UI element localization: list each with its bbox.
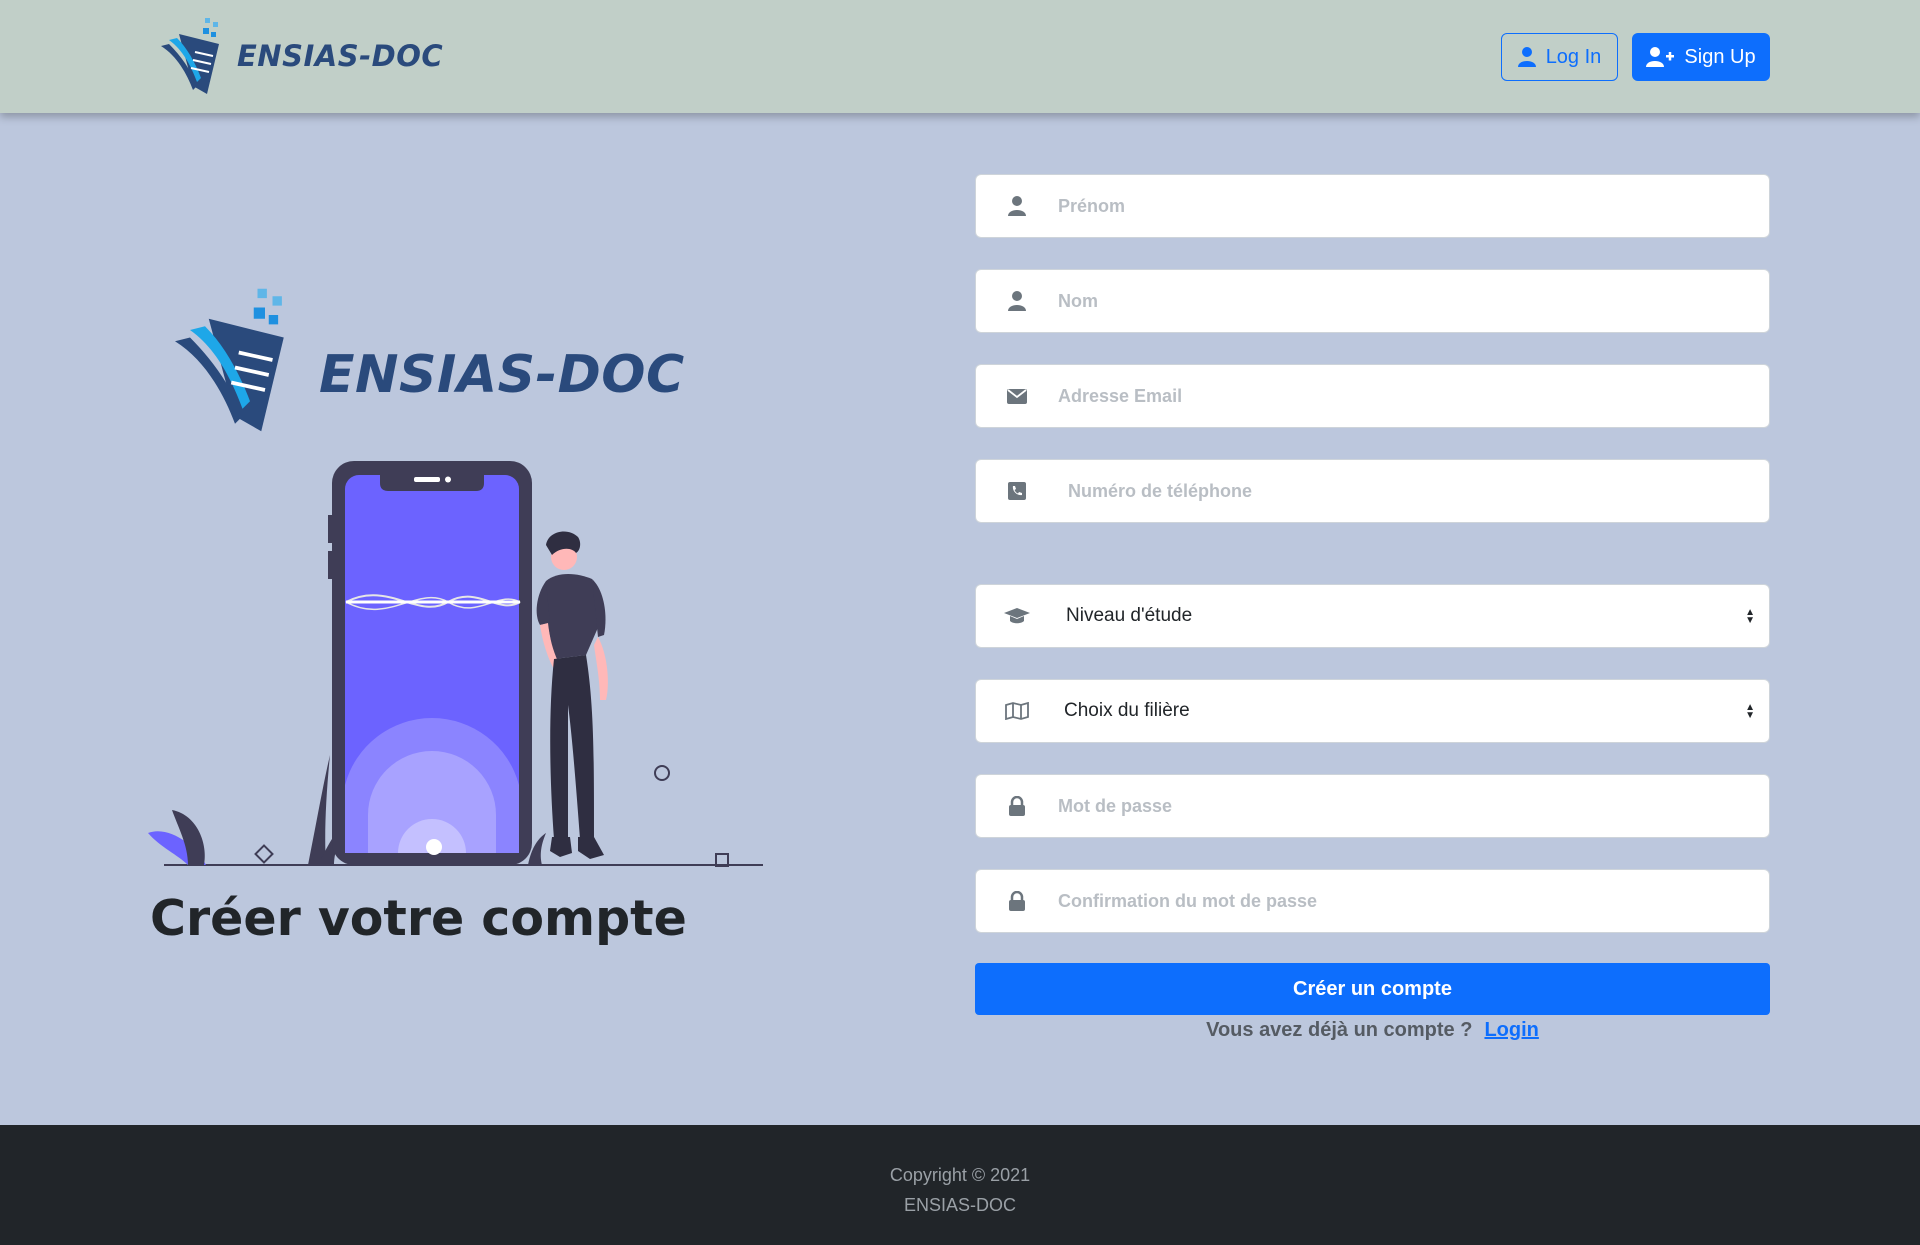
login-link[interactable]: Login <box>1484 1019 1538 1041</box>
envelope-icon <box>976 388 1058 404</box>
select-caret-icon: ▲ ▼ <box>1745 702 1755 721</box>
map-icon <box>976 702 1058 720</box>
graduation-cap-icon <box>976 607 1058 625</box>
user-icon <box>976 291 1058 311</box>
login-button[interactable]: Log In <box>1501 33 1618 81</box>
user-icon <box>976 196 1058 216</box>
logo-icon <box>161 18 219 94</box>
footer: Copyright © 2021 ENSIAS-DOC <box>0 1125 1920 1245</box>
hero-logo: ENSIAS-DOC <box>165 285 685 435</box>
niveau-selected: Niveau d'étude <box>1066 605 1193 626</box>
filiere-selected: Choix du filière <box>1064 700 1190 721</box>
phone-placeholder: Numéro de téléphone <box>1068 480 1253 501</box>
signup-button-label: Sign Up <box>1684 45 1756 68</box>
email-placeholder: Adresse Email <box>1058 385 1183 406</box>
prenom-field[interactable]: Prénom <box>975 174 1770 238</box>
password-placeholder: Mot de passe <box>1058 795 1173 816</box>
prenom-placeholder: Prénom <box>1058 195 1126 216</box>
phone-icon <box>976 482 1058 500</box>
logo-icon <box>175 288 284 432</box>
signup-button[interactable]: Sign Up <box>1632 33 1770 81</box>
lock-icon <box>976 891 1058 911</box>
select-caret-icon: ▲ ▼ <box>1745 607 1755 626</box>
navbar: ENSIAS-DOC Log In Sign Up <box>0 0 1920 113</box>
hero-brand-name: ENSIAS-DOC <box>319 345 685 405</box>
lock-icon <box>976 796 1058 816</box>
niveau-select[interactable]: Niveau d'étude ▲ ▼ <box>975 584 1770 648</box>
brand-logo[interactable]: ENSIAS-DOC <box>157 16 443 96</box>
footer-copyright: Copyright © 2021 <box>889 1165 1031 1185</box>
filiere-select[interactable]: Choix du filière ▲ ▼ <box>975 679 1770 743</box>
user-icon <box>1517 47 1536 67</box>
user-plus-icon <box>1646 47 1675 67</box>
nom-placeholder: Nom <box>1058 290 1098 311</box>
nom-field[interactable]: Nom <box>975 269 1770 333</box>
login-button-label: Log In <box>1545 45 1602 68</box>
signup-illustration <box>148 461 763 867</box>
brand-name: ENSIAS-DOC <box>237 39 444 73</box>
email-field[interactable]: Adresse Email <box>975 364 1770 428</box>
confirm-password-placeholder: Confirmation du mot de passe <box>1058 890 1318 911</box>
page-title: Créer votre compte <box>150 890 687 947</box>
confirm-password-field[interactable]: Confirmation du mot de passe <box>975 869 1770 933</box>
phone-field[interactable]: Numéro de téléphone <box>975 459 1770 523</box>
already-account-text: Vous avez déjà un compte ? Login <box>975 1019 1770 1042</box>
footer-brand: ENSIAS-DOC <box>903 1195 1017 1215</box>
create-account-button[interactable]: Créer un compte <box>975 963 1770 1015</box>
already-account-label: Vous avez déjà un compte ? <box>1206 1019 1473 1041</box>
password-field[interactable]: Mot de passe <box>975 774 1770 838</box>
